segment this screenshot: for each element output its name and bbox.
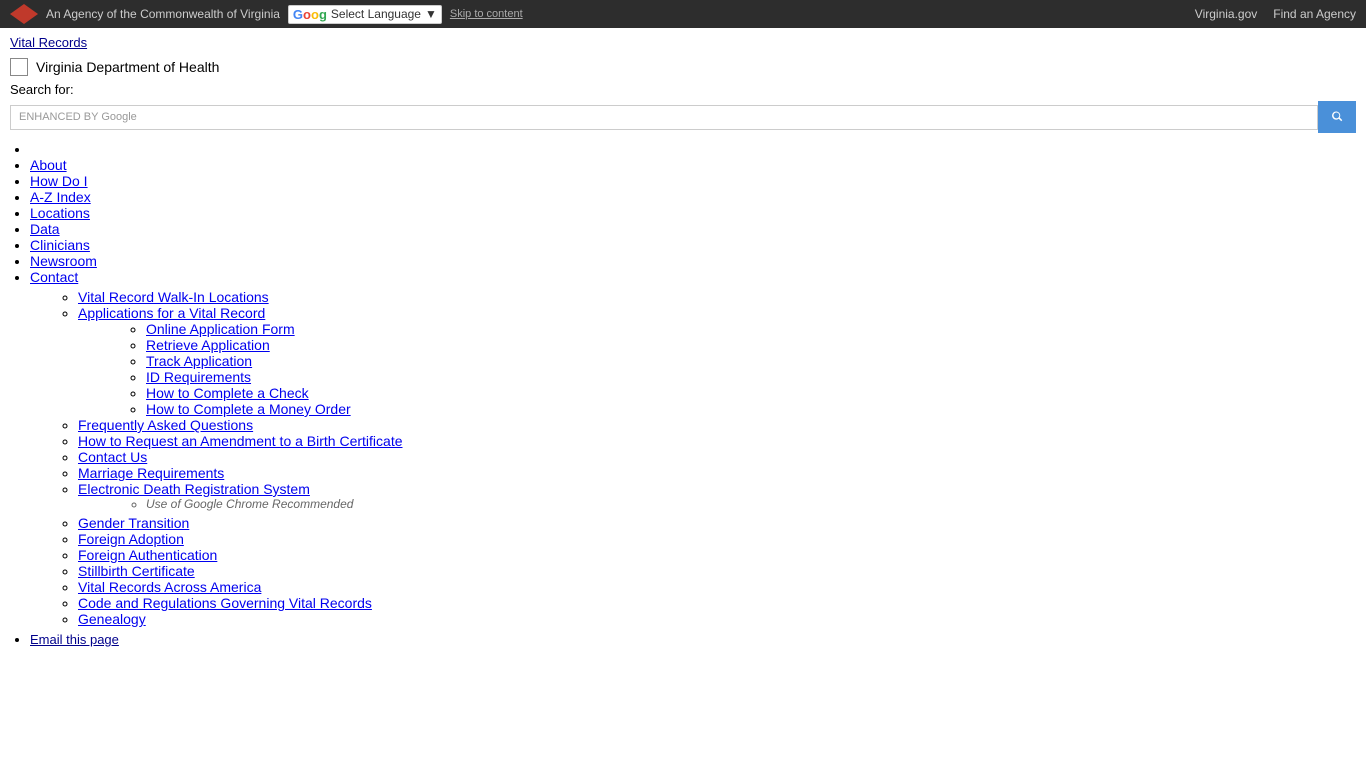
logo-area: Virginia Department of Health: [10, 58, 1356, 76]
nav-link-azindex[interactable]: A-Z Index: [30, 189, 91, 205]
nav-item-about: About: [30, 157, 1356, 173]
sub-nav-link-marriage[interactable]: Marriage Requirements: [78, 465, 224, 481]
chrome-note-text: Use of Google Chrome Recommended: [146, 497, 353, 511]
sub-nav-applications: Applications for a Vital Record Online A…: [78, 305, 1356, 417]
nav-item-contact: Contact: [30, 269, 1356, 285]
sub-nav-amendment: How to Request an Amendment to a Birth C…: [78, 433, 1356, 449]
translate-widget[interactable]: Goog Select Language ▼: [288, 5, 442, 24]
nav-item-howdoi: How Do I: [30, 173, 1356, 189]
top-bar-left: An Agency of the Commonwealth of Virgini…: [10, 4, 523, 24]
sub-nav-vital-across-america: Vital Records Across America: [78, 579, 1356, 595]
sub-nav-edrs: Electronic Death Registration System Use…: [78, 481, 1356, 511]
sub-sub-link-track[interactable]: Track Application: [146, 353, 252, 369]
nav-link-howdoi[interactable]: How Do I: [30, 173, 88, 189]
sub-nav-marriage: Marriage Requirements: [78, 465, 1356, 481]
sub-nav-genealogy: Genealogy: [78, 611, 1356, 627]
sub-nav-link-walkin[interactable]: Vital Record Walk-In Locations: [78, 289, 269, 305]
sub-nav-link-contact-us[interactable]: Contact Us: [78, 449, 147, 465]
sub-nav-link-code-regs[interactable]: Code and Regulations Governing Vital Rec…: [78, 595, 372, 611]
nav-empty-bullet: [30, 141, 1356, 157]
sub-sub-link-check[interactable]: How to Complete a Check: [146, 385, 309, 401]
vital-records-link-bar: Vital Records: [0, 28, 1366, 52]
sub-nav-link-genealogy[interactable]: Genealogy: [78, 611, 146, 627]
sub-sub-link-retrieve[interactable]: Retrieve Application: [146, 337, 270, 353]
nav: About How Do I A-Z Index Locations Data …: [0, 137, 1366, 647]
sub-nav-link-gender[interactable]: Gender Transition: [78, 515, 189, 531]
nav-link-about[interactable]: About: [30, 157, 67, 173]
nav-item-clinicians: Clinicians: [30, 237, 1356, 253]
sub-nav-foreign-auth: Foreign Authentication: [78, 547, 1356, 563]
nav-item-data: Data: [30, 221, 1356, 237]
sub-sub-nav-online-app: Online Application Form: [146, 321, 1356, 337]
sub-nav-foreign-adoption: Foreign Adoption: [78, 531, 1356, 547]
nav-item-newsroom: Newsroom: [30, 253, 1356, 269]
logo-text: Virginia Department of Health: [36, 59, 219, 75]
translate-dropdown-icon: ▼: [425, 7, 437, 21]
sub-nav-faq: Frequently Asked Questions: [78, 417, 1356, 433]
sub-nav-link-amendment[interactable]: How to Request an Amendment to a Birth C…: [78, 433, 403, 449]
top-bar-right: Virginia.gov Find an Agency: [1195, 7, 1356, 21]
search-label: Search for:: [10, 82, 1356, 97]
translate-label: Select Language: [331, 7, 421, 21]
vdh-logo-image: [10, 58, 28, 76]
sub-sub-link-online-app[interactable]: Online Application Form: [146, 321, 295, 337]
sub-sub-link-money-order[interactable]: How to Complete a Money Order: [146, 401, 351, 417]
sub-nav-stillbirth: Stillbirth Certificate: [78, 563, 1356, 579]
search-button[interactable]: [1318, 101, 1356, 133]
nav-link-clinicians[interactable]: Clinicians: [30, 237, 90, 253]
google-g-icon: Goog: [293, 7, 327, 22]
sub-nav-link-applications[interactable]: Applications for a Vital Record: [78, 305, 265, 321]
header: Virginia Department of Health Search for…: [0, 52, 1366, 137]
sub-nav-link-stillbirth[interactable]: Stillbirth Certificate: [78, 563, 195, 579]
agency-icon: [10, 4, 38, 24]
sub-sub-nav-retrieve: Retrieve Application: [146, 337, 1356, 353]
nav-link-data[interactable]: Data: [30, 221, 60, 237]
sub-sub-nav-money-order: How to Complete a Money Order: [146, 401, 1356, 417]
vital-records-top-link[interactable]: Vital Records: [10, 35, 87, 50]
nav-item-locations: Locations: [30, 205, 1356, 221]
sub-nav-link-vital-across-america[interactable]: Vital Records Across America: [78, 579, 261, 595]
agency-text: An Agency of the Commonwealth of Virgini…: [46, 7, 280, 21]
email-page-item: Email this page: [30, 631, 1356, 647]
nav-link-locations[interactable]: Locations: [30, 205, 90, 221]
search-input-wrapper: ENHANCED BY Google: [10, 105, 1318, 130]
email-page-link[interactable]: Email this page: [30, 632, 119, 647]
virginia-gov-link[interactable]: Virginia.gov: [1195, 7, 1257, 21]
sub-nav-link-foreign-adoption[interactable]: Foreign Adoption: [78, 531, 184, 547]
skip-to-content-link[interactable]: Skip to content: [450, 8, 523, 20]
sub-nav-code-regs: Code and Regulations Governing Vital Rec…: [78, 595, 1356, 611]
sub-nav-link-edrs[interactable]: Electronic Death Registration System: [78, 481, 310, 497]
search-bar: ENHANCED BY Google: [10, 101, 1356, 133]
find-agency-link[interactable]: Find an Agency: [1273, 7, 1356, 21]
sub-sub-nav-chrome: Use of Google Chrome Recommended: [146, 497, 1356, 511]
nav-link-contact[interactable]: Contact: [30, 269, 78, 285]
nav-item-azindex: A-Z Index: [30, 189, 1356, 205]
sub-sub-nav-check: How to Complete a Check: [146, 385, 1356, 401]
enhanced-by-google: ENHANCED BY Google: [19, 111, 137, 123]
sub-nav-link-faq[interactable]: Frequently Asked Questions: [78, 417, 253, 433]
sub-nav-gender: Gender Transition: [78, 515, 1356, 531]
nav-link-newsroom[interactable]: Newsroom: [30, 253, 97, 269]
top-bar: An Agency of the Commonwealth of Virgini…: [0, 0, 1366, 28]
sub-nav-contact-us: Contact Us: [78, 449, 1356, 465]
search-icon: [1330, 109, 1344, 123]
sub-nav-link-foreign-auth[interactable]: Foreign Authentication: [78, 547, 217, 563]
sub-sub-link-id-req[interactable]: ID Requirements: [146, 369, 251, 385]
search-input[interactable]: [145, 110, 1309, 125]
sub-nav-walkin: Vital Record Walk-In Locations: [78, 289, 1356, 305]
sub-sub-nav-track: Track Application: [146, 353, 1356, 369]
sub-sub-nav-id-req: ID Requirements: [146, 369, 1356, 385]
